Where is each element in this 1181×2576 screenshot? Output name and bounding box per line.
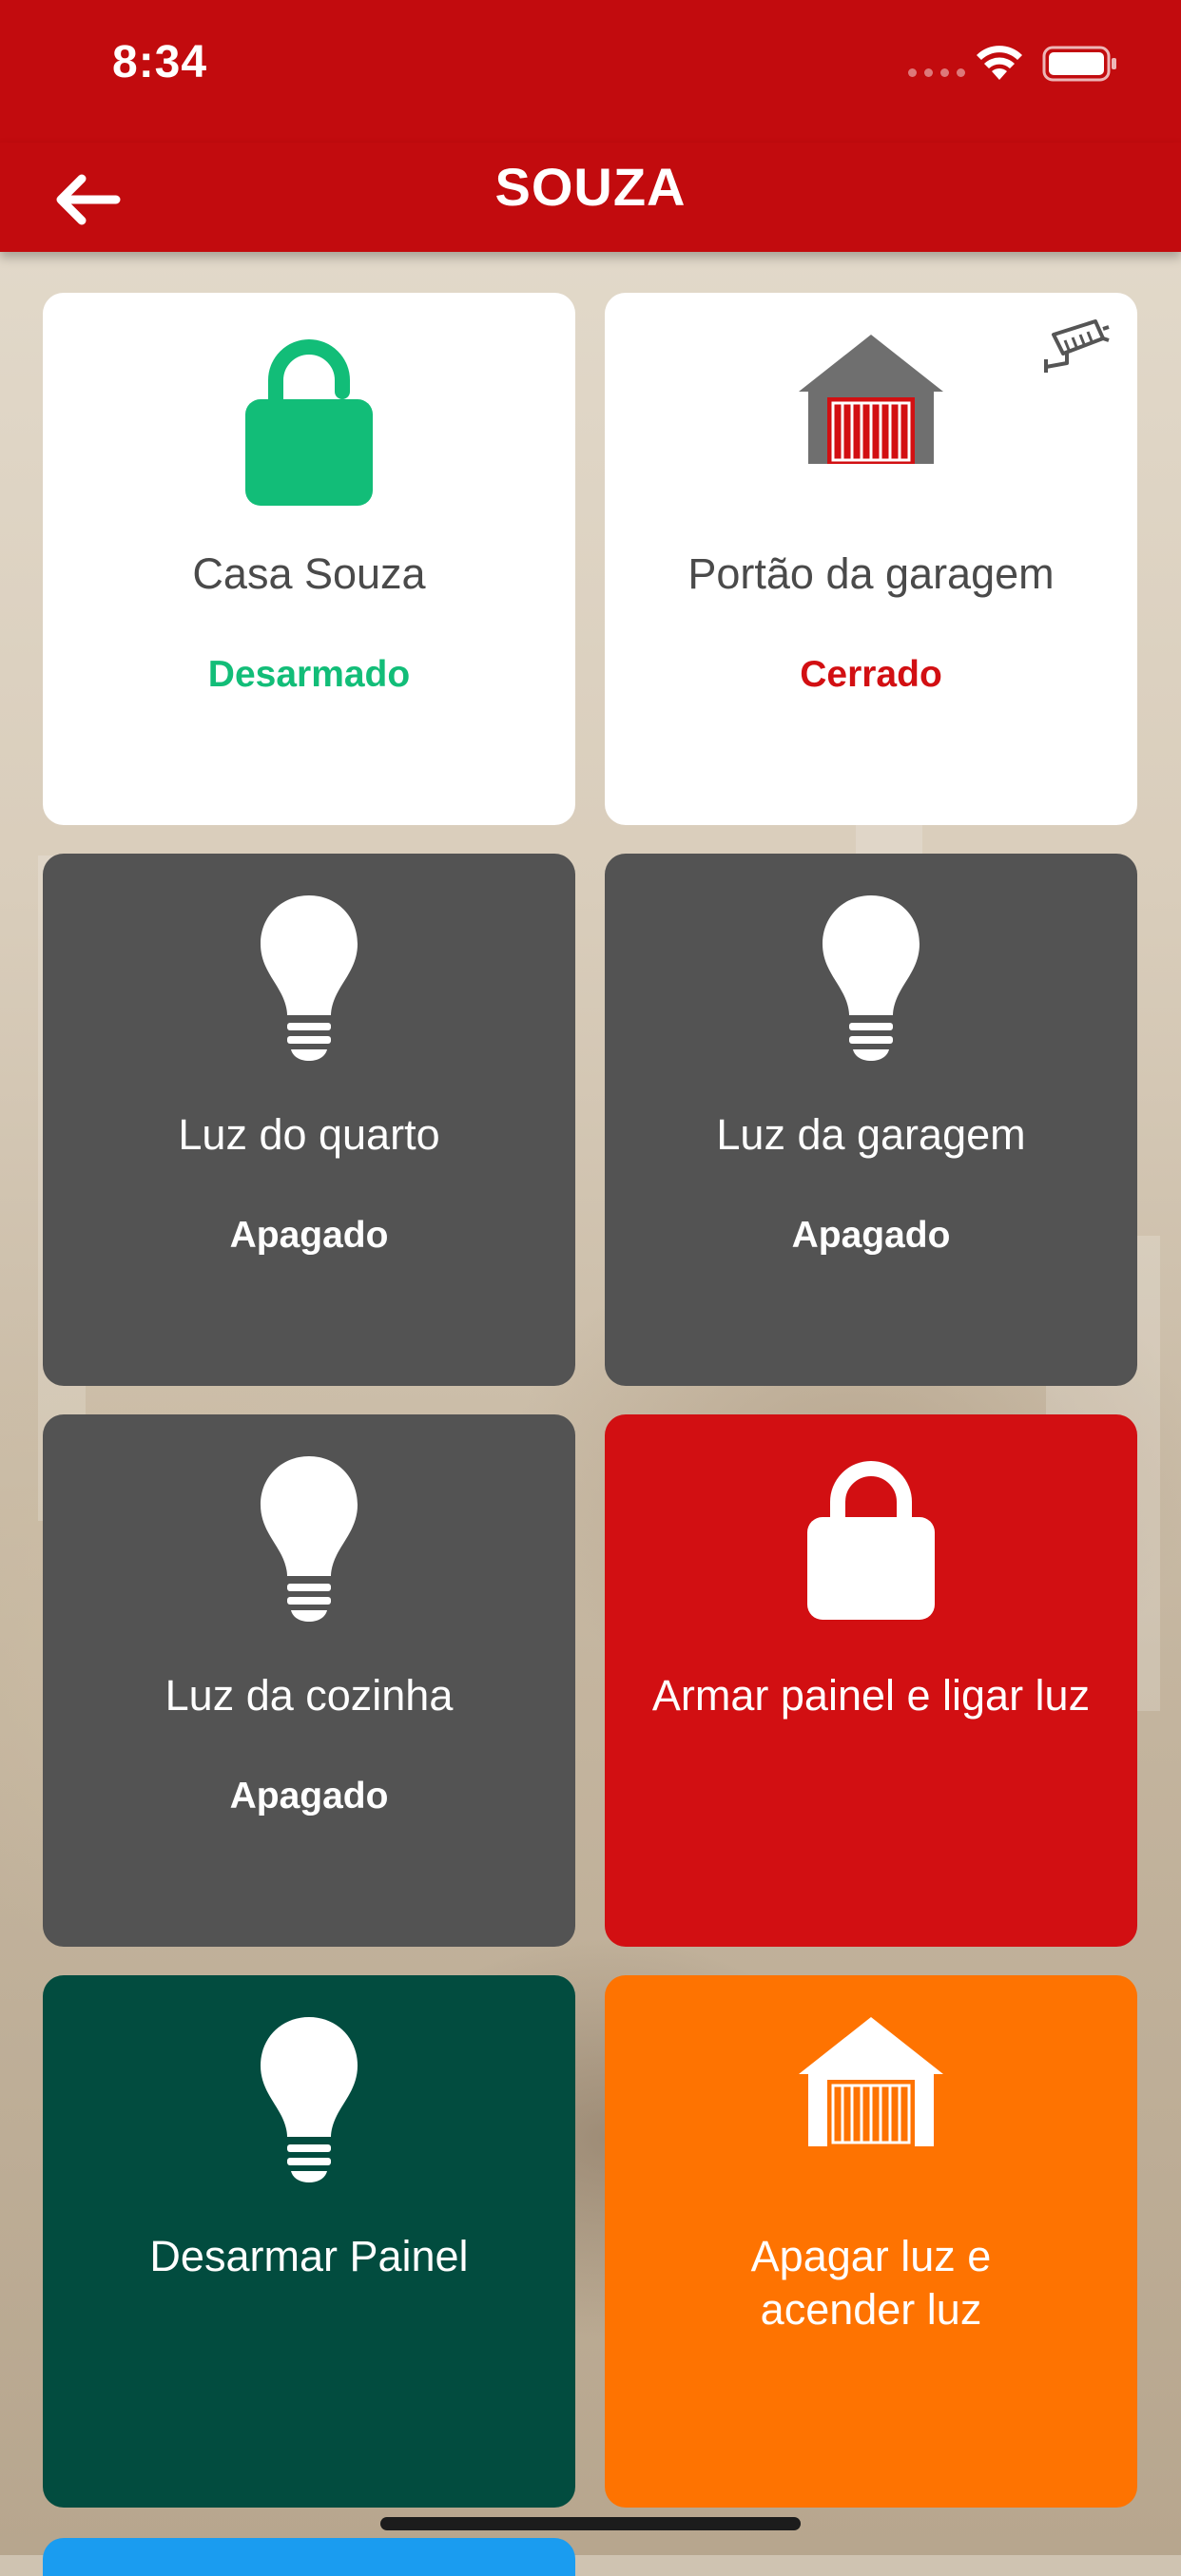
tile-state: Apagado bbox=[229, 1215, 389, 1256]
tile-state: Desarmado bbox=[207, 654, 411, 695]
tile-armar-painel[interactable]: Armar painel e ligar luz bbox=[605, 1414, 1137, 1947]
garage-icon bbox=[799, 335, 943, 464]
light-bulb-icon bbox=[261, 2017, 358, 2182]
tile-luz-da-garagem[interactable]: Luz da garagem Apagado bbox=[605, 854, 1137, 1386]
garage-icon bbox=[799, 2017, 943, 2146]
tile-desarmar-painel[interactable]: Desarmar Painel bbox=[43, 1975, 575, 2508]
tile-label: Luz da cozinha bbox=[165, 1671, 454, 1720]
battery-icon bbox=[1042, 46, 1116, 82]
status-time: 8:34 bbox=[112, 37, 208, 87]
light-bulb-icon bbox=[823, 895, 920, 1061]
tile-luz-do-quarto[interactable]: Luz do quarto Apagado bbox=[43, 854, 575, 1386]
tile-label: Desarmar Painel bbox=[149, 2232, 469, 2280]
tile-label: Casa Souza bbox=[192, 549, 426, 598]
light-bulb-icon bbox=[261, 895, 358, 1061]
light-bulb-icon bbox=[261, 1456, 358, 1622]
locked-padlock-icon bbox=[807, 1461, 935, 1620]
signal-icon bbox=[908, 68, 965, 77]
tile-luz-da-cozinha[interactable]: Luz da cozinha Apagado bbox=[43, 1414, 575, 1947]
navigation-bar: SOUZA bbox=[0, 143, 1181, 252]
tile-state: Apagado bbox=[229, 1776, 389, 1817]
tile-label: Luz da garagem bbox=[716, 1110, 1026, 1159]
wifi-icon bbox=[977, 46, 1022, 80]
tile-casa-souza[interactable]: Casa Souza Desarmado bbox=[43, 293, 575, 825]
tile-label: Portão da garagem bbox=[687, 549, 1055, 598]
tile-portao-garagem[interactable]: Portão da garagem Cerrado bbox=[605, 293, 1137, 825]
tile-label: Apagar luz e acender luz bbox=[750, 2232, 992, 2334]
page-title: SOUZA bbox=[494, 157, 687, 217]
next-tile-peek[interactable] bbox=[43, 2538, 575, 2576]
home-indicator[interactable] bbox=[380, 2517, 801, 2530]
tile-state: Cerrado bbox=[800, 654, 942, 695]
tile-state: Apagado bbox=[791, 1215, 951, 1256]
status-bar: 8:34 bbox=[0, 0, 1181, 143]
tile-apagar-acender-luz[interactable]: Apagar luz e acender luz bbox=[605, 1975, 1137, 2508]
tile-label: Armar painel e ligar luz bbox=[651, 1671, 1091, 1720]
unlocked-padlock-icon bbox=[245, 339, 373, 506]
tile-label: Luz do quarto bbox=[178, 1110, 440, 1159]
